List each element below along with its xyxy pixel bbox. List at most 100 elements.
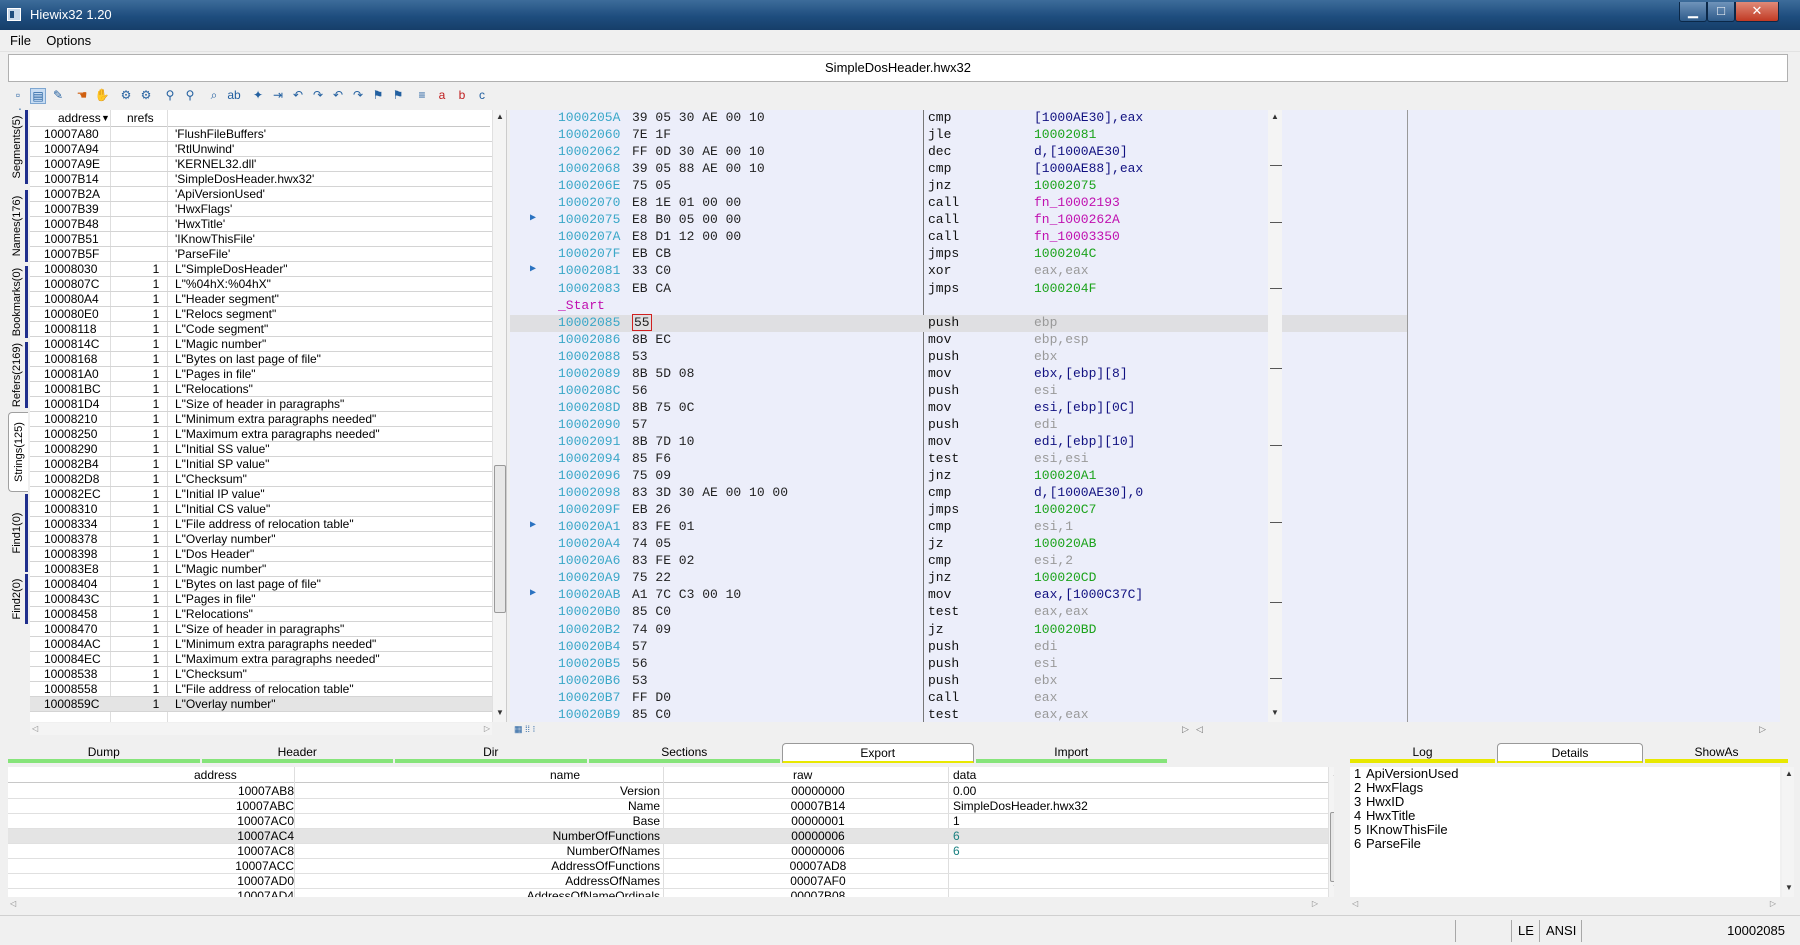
table-row[interactable]: 10007AC8 NumberOfNames 00000006 6 — [8, 844, 1328, 859]
scroll-right-icon[interactable]: ▷ — [1312, 899, 1318, 908]
forward2-icon[interactable]: ↷ — [350, 88, 366, 104]
table-row[interactable]: 10007A94 'RtlUnwind' — [30, 142, 492, 157]
stop-icon[interactable]: ✋ — [94, 88, 110, 104]
table-row[interactable]: 10007B5F 'ParseFile' — [30, 247, 492, 262]
table-row[interactable]: 10007B51 'IKnowThisFile' — [30, 232, 492, 247]
gear-icon[interactable]: ⚙ — [118, 88, 134, 104]
table-row[interactable]: 10008558 1 L"File address of relocation ta… — [30, 682, 492, 697]
details-item[interactable]: 5 IKnowThisFile — [1350, 823, 1780, 837]
table-row[interactable]: 10008404 1 L"Bytes on last page of file" — [30, 577, 492, 592]
binoculars2-icon[interactable]: ⚲ — [182, 88, 198, 104]
details-horizontal-scrollbar[interactable]: ◁ ▷ — [1350, 899, 1790, 911]
name-column-header[interactable]: name — [550, 768, 580, 782]
table-row[interactable]: 10007ACC AddressOfFunctions 00007AD8 — [8, 859, 1328, 874]
scroll-thumb[interactable] — [494, 465, 506, 613]
table-row[interactable]: 100080E0 1 L"Relocs segment" — [30, 307, 492, 322]
tab-details[interactable]: Details — [1497, 743, 1643, 763]
tab-strings[interactable]: Strings(125) — [8, 412, 28, 492]
details-item[interactable]: 4 HwxTitle — [1350, 809, 1780, 823]
scroll-left-icon[interactable]: ◁ — [1196, 724, 1203, 735]
forward-icon[interactable]: ↷ — [310, 88, 326, 104]
menu-file[interactable]: File — [4, 30, 37, 48]
table-row[interactable]: 100081D4 1 L"Size of header in paragraphs" — [30, 397, 492, 412]
scroll-thumb[interactable] — [1330, 812, 1334, 882]
bookmark2-icon[interactable]: ⚑ — [390, 88, 406, 104]
document-tab[interactable]: SimpleDosHeader.hwx32 — [8, 54, 1788, 82]
close-button[interactable]: ✕ — [1735, 2, 1779, 22]
nrefs-column-header[interactable]: nrefs — [127, 111, 154, 125]
address-column-header[interactable]: address — [58, 111, 101, 125]
open-doc-icon[interactable]: ▤ — [30, 88, 46, 104]
mode-icon[interactable]: ▦ ⁞⁞ ⁝ — [514, 724, 535, 735]
scroll-down-icon[interactable]: ▼ — [1782, 883, 1796, 892]
table-row[interactable]: 10008168 1 L"Bytes on last page of file" — [30, 352, 492, 367]
blue-c-icon[interactable]: c — [474, 88, 490, 104]
details-item[interactable]: 6 ParseFile — [1350, 837, 1780, 851]
tab-import[interactable]: Import — [975, 743, 1167, 763]
encoding-indicator[interactable]: ANSI — [1539, 920, 1581, 942]
table-row[interactable]: 10008378 1 L"Overlay number" — [30, 532, 492, 547]
table-row[interactable]: 10008398 1 L"Dos Header" — [30, 547, 492, 562]
scroll-up-icon[interactable]: ▲ — [493, 112, 507, 121]
table-row[interactable]: 10008458 1 L"Relocations" — [30, 607, 492, 622]
tab-dump[interactable]: Dump — [8, 743, 200, 763]
bookmark-icon[interactable]: ⚑ — [370, 88, 386, 104]
tab-names[interactable]: Names(176) — [8, 190, 28, 262]
red-b-icon[interactable]: b — [454, 88, 470, 104]
address-column-header[interactable]: address — [194, 768, 237, 782]
table-row[interactable]: 10007B39 'HwxFlags' — [30, 202, 492, 217]
table-row[interactable]: 100084AC 1 L"Minimum extra paragraphs need… — [30, 637, 492, 652]
data-column-header[interactable]: data — [953, 768, 976, 782]
edit-icon[interactable]: ✎ — [50, 88, 66, 104]
tab-log[interactable]: Log — [1350, 743, 1495, 763]
table-row[interactable]: 100084EC 1 L"Maximum extra paragraphs need… — [30, 652, 492, 667]
strings-vertical-scrollbar[interactable]: ▲ ▼ — [492, 110, 506, 722]
tab-export[interactable]: Export — [782, 743, 974, 763]
step-icon[interactable]: ⇥ — [270, 88, 286, 104]
table-row[interactable]: 10008030 1 L"SimpleDosHeader" — [30, 262, 492, 277]
tab-find1[interactable]: Find1(0) — [8, 494, 28, 572]
minimize-button[interactable]: ▁ — [1679, 2, 1707, 22]
tab-refers[interactable]: Refers(2169) — [8, 342, 28, 408]
list-icon[interactable]: ≡ — [414, 88, 430, 104]
table-row[interactable]: 10008538 1 L"Checksum" — [30, 667, 492, 682]
gear2-icon[interactable]: ⚙ — [138, 88, 154, 104]
maximize-button[interactable]: □ — [1707, 2, 1735, 22]
raw-column-header[interactable]: raw — [793, 768, 812, 782]
back2-icon[interactable]: ↶ — [330, 88, 346, 104]
table-row[interactable]: 10007A9E 'KERNEL32.dll' — [30, 157, 492, 172]
table-row[interactable]: 100082EC 1 L"Initial IP value" — [30, 487, 492, 502]
menu-options[interactable]: Options — [40, 30, 97, 48]
disassembly-view[interactable]: 1000205A 39 05 30 AE 00 10 cmp [1000AE30],e… — [510, 110, 1780, 722]
details-item[interactable]: 2 HwxFlags — [1350, 781, 1780, 795]
tab-find2[interactable]: Find2(0) — [8, 574, 28, 624]
scroll-left-icon[interactable]: ◁ — [32, 724, 38, 733]
cursor-byte[interactable]: 55 — [632, 313, 652, 331]
table-row[interactable]: 100082B4 1 L"Initial SP value" — [30, 457, 492, 472]
tab-header[interactable]: Header — [201, 743, 393, 763]
details-item[interactable]: 1 ApiVersionUsed — [1350, 767, 1780, 781]
table-row[interactable]: 100081A0 1 L"Pages in file" — [30, 367, 492, 382]
table-row[interactable]: 10007AC0 Base 00000001 1 — [8, 814, 1328, 829]
tab-showas[interactable]: ShowAs — [1645, 743, 1788, 763]
red-a-icon[interactable]: a — [434, 88, 450, 104]
tab-dir[interactable]: Dir — [395, 743, 587, 763]
scroll-down-icon[interactable]: ▼ — [493, 708, 507, 717]
scroll-left-icon[interactable]: ◁ — [10, 899, 16, 908]
table-row[interactable]: 10008210 1 L"Minimum extra paragraphs need… — [30, 412, 492, 427]
scroll-right-icon[interactable]: ▷ — [1770, 899, 1776, 908]
table-row[interactable]: 10007AD0 AddressOfNames 00007AF0 — [8, 874, 1328, 889]
table-row[interactable]: 10008470 1 L"Size of header in paragraphs" — [30, 622, 492, 637]
tab-sections[interactable]: Sections — [588, 743, 780, 763]
table-row[interactable]: 10008334 1 L"File address of relocation ta… — [30, 517, 492, 532]
scroll-up-icon[interactable]: ▲ — [1782, 769, 1796, 778]
export-vertical-scrollbar[interactable]: ▲ ▼ — [1328, 767, 1334, 897]
details-item[interactable]: 3 HwxID — [1350, 795, 1780, 809]
scroll-right-icon[interactable]: ▷ — [1759, 724, 1766, 735]
table-row[interactable]: 10008118 1 L"Code segment" — [30, 322, 492, 337]
find-icon[interactable]: ⌕ — [206, 88, 222, 104]
scroll-right-icon[interactable]: ▷ — [1182, 724, 1189, 735]
table-row[interactable]: 1000843C 1 L"Pages in file" — [30, 592, 492, 607]
table-row[interactable]: 1000814C 1 L"Magic number" — [30, 337, 492, 352]
table-row[interactable]: 10008310 1 L"Initial CS value" — [30, 502, 492, 517]
